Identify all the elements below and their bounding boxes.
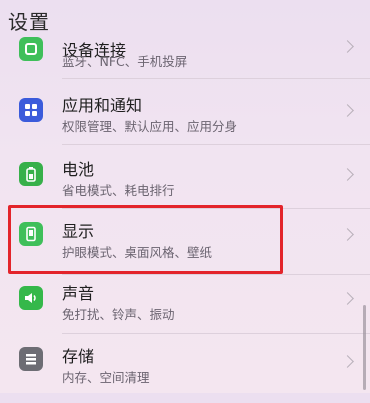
settings-item-subtitle: 省电模式、耗电排行: [62, 183, 175, 198]
highlight-box: [8, 205, 283, 274]
settings-item-label: 应用和通知: [62, 96, 143, 115]
settings-item-apps-notifications[interactable]: 应用和通知 权限管理、默认应用、应用分身: [0, 78, 370, 148]
speaker-icon: [19, 286, 43, 310]
chevron-right-icon: [341, 228, 354, 241]
link-icon: [19, 37, 43, 61]
battery-icon: [19, 162, 43, 186]
settings-item-subtitle: 免打扰、铃声、振动: [62, 307, 175, 322]
chevron-right-icon: [341, 292, 354, 305]
chevron-right-icon: [341, 104, 354, 117]
chevron-right-icon: [341, 168, 354, 181]
settings-item-subtitle: 蓝牙、NFC、手机投屏: [62, 54, 188, 69]
settings-item-subtitle: 内存、空间清理: [62, 370, 150, 385]
settings-item-label: 声音: [62, 284, 95, 303]
apps-icon: [19, 98, 43, 122]
settings-item-label: 存储: [62, 347, 95, 366]
settings-item-subtitle: 权限管理、默认应用、应用分身: [62, 119, 238, 134]
settings-item-label: 电池: [62, 160, 95, 179]
storage-icon: [19, 347, 43, 371]
scrollbar[interactable]: [363, 305, 366, 390]
chevron-right-icon: [341, 40, 354, 53]
settings-item-battery[interactable]: 电池 省电模式、耗电排行: [0, 144, 370, 214]
chevron-right-icon: [341, 355, 354, 368]
